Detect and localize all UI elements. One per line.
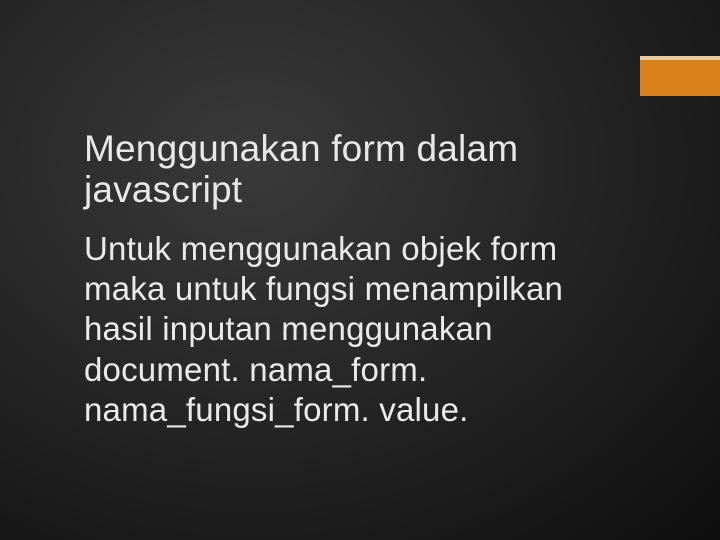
slide-content: Menggunakan form dalam javascript Untuk … xyxy=(84,128,660,430)
slide-title: Menggunakan form dalam javascript xyxy=(84,128,660,211)
accent-bar xyxy=(640,56,720,96)
slide-body: Untuk menggunakan objek form maka untuk … xyxy=(84,229,624,430)
slide: Menggunakan form dalam javascript Untuk … xyxy=(0,0,720,540)
